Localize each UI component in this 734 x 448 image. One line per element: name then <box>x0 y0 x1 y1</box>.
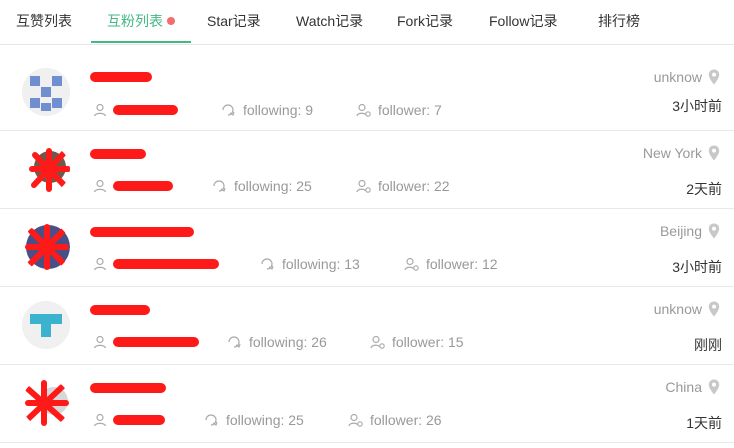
location-text: Beijing <box>659 223 702 239</box>
redaction-mark <box>90 383 166 393</box>
user-icon <box>93 179 107 193</box>
notification-dot <box>167 17 175 26</box>
following-text: following: 25 <box>226 412 304 428</box>
avatar[interactable] <box>22 301 70 349</box>
user-handle <box>93 177 173 195</box>
redaction-mark <box>90 149 146 159</box>
redaction-mark <box>90 72 152 82</box>
location-pin-icon <box>708 379 720 395</box>
last-active-time: 1天前 <box>686 415 722 431</box>
following-text: following: 25 <box>234 178 312 194</box>
follower-text: follower: 7 <box>378 102 442 118</box>
list-item[interactable]: following: 25 follower: 26 China 1天前 <box>0 365 734 443</box>
user-icon <box>93 335 107 349</box>
follower-icon <box>356 103 371 117</box>
follower-count[interactable]: follower: 15 <box>370 333 464 351</box>
list-item[interactable]: following: 13 follower: 12 Beijing 3小时前 <box>0 209 734 287</box>
following-icon <box>205 414 218 426</box>
location: Beijing <box>660 223 720 239</box>
follower-icon <box>356 179 371 193</box>
tab-label: 互赞列表 <box>16 13 72 29</box>
follower-icon <box>348 413 363 427</box>
tab-follow-records[interactable]: Follow记录 <box>489 0 557 42</box>
last-active-time: 3小时前 <box>672 98 722 114</box>
user-icon <box>93 413 107 427</box>
user-handle <box>93 101 178 119</box>
tab-label: Follow记录 <box>489 13 558 29</box>
following-icon <box>228 336 241 348</box>
follower-count[interactable]: follower: 12 <box>404 255 498 273</box>
user-icon <box>93 103 107 117</box>
follower-text: follower: 15 <box>392 334 464 350</box>
location-pin-icon <box>708 69 720 85</box>
location-pin-icon <box>708 223 720 239</box>
identicon-icon <box>22 301 70 349</box>
user-list: following: 9 follower: 7 unknow 3小时前 fol… <box>0 46 734 443</box>
follower-count[interactable]: follower: 7 <box>356 101 442 119</box>
tab-label: Watch记录 <box>296 13 364 29</box>
following-text: following: 9 <box>243 102 314 118</box>
redaction-mark <box>90 227 194 237</box>
user-icon <box>93 257 107 271</box>
redaction-mark <box>90 305 150 315</box>
tab-label: 排行榜 <box>598 13 640 29</box>
list-item[interactable]: following: 26 follower: 15 unknow 刚刚 <box>0 287 734 365</box>
list-item[interactable]: following: 25 follower: 22 New York 2天前 <box>0 131 734 209</box>
following-icon <box>261 258 274 270</box>
following-count[interactable]: following: 25 <box>204 411 304 429</box>
location-text: unknow <box>653 69 702 85</box>
tab-label: Star记录 <box>207 13 261 29</box>
tab-star-records[interactable]: Star记录 <box>207 0 261 42</box>
last-active-time: 2天前 <box>686 181 722 197</box>
following-text: following: 26 <box>249 334 327 350</box>
following-icon <box>213 180 226 192</box>
last-active-time: 刚刚 <box>694 337 722 353</box>
avatar[interactable] <box>22 379 70 427</box>
list-item[interactable]: following: 9 follower: 7 unknow 3小时前 <box>0 46 734 131</box>
follower-text: follower: 22 <box>378 178 450 194</box>
tab-label: Fork记录 <box>397 13 453 29</box>
tab-leaderboard[interactable]: 排行榜 <box>598 0 640 42</box>
follower-text: follower: 12 <box>426 256 498 272</box>
following-count[interactable]: following: 9 <box>221 101 313 119</box>
location-text: unknow <box>653 301 702 317</box>
following-count[interactable]: following: 25 <box>212 177 312 195</box>
tab-mutual-likes[interactable]: 互赞列表 <box>16 0 72 42</box>
tab-label: 互粉列表 <box>107 13 163 29</box>
following-text: following: 13 <box>282 256 360 272</box>
redacted-avatar-icon <box>25 380 69 426</box>
location-text: New York <box>642 145 702 161</box>
avatar[interactable] <box>22 145 70 193</box>
following-count[interactable]: following: 13 <box>260 255 360 273</box>
location: China <box>665 379 720 395</box>
user-handle <box>93 333 199 351</box>
location: unknow <box>654 301 720 317</box>
location-text: China <box>665 379 702 395</box>
tab-watch-records[interactable]: Watch记录 <box>296 0 363 42</box>
follower-count[interactable]: follower: 22 <box>356 177 450 195</box>
redacted-avatar-icon <box>25 224 70 270</box>
location: New York <box>643 145 720 161</box>
user-handle <box>93 255 219 273</box>
active-tab-indicator <box>91 41 191 43</box>
follower-text: follower: 26 <box>370 412 442 428</box>
identicon-icon <box>22 68 70 116</box>
avatar[interactable] <box>22 68 70 116</box>
follower-icon <box>370 335 385 349</box>
tab-fork-records[interactable]: Fork记录 <box>397 0 453 42</box>
following-icon <box>222 104 235 116</box>
redacted-avatar-icon <box>29 148 70 192</box>
user-handle <box>93 411 165 429</box>
location-pin-icon <box>708 145 720 161</box>
tab-bar: 互赞列表 互粉列表 Star记录 Watch记录 Fork记录 Follow记录… <box>0 0 734 45</box>
location-pin-icon <box>708 301 720 317</box>
follower-icon <box>404 257 419 271</box>
last-active-time: 3小时前 <box>672 259 722 275</box>
avatar[interactable] <box>22 223 70 271</box>
location: unknow <box>654 69 720 85</box>
tab-mutual-follow[interactable]: 互粉列表 <box>91 0 191 43</box>
following-count[interactable]: following: 26 <box>227 333 327 351</box>
follower-count[interactable]: follower: 26 <box>348 411 442 429</box>
